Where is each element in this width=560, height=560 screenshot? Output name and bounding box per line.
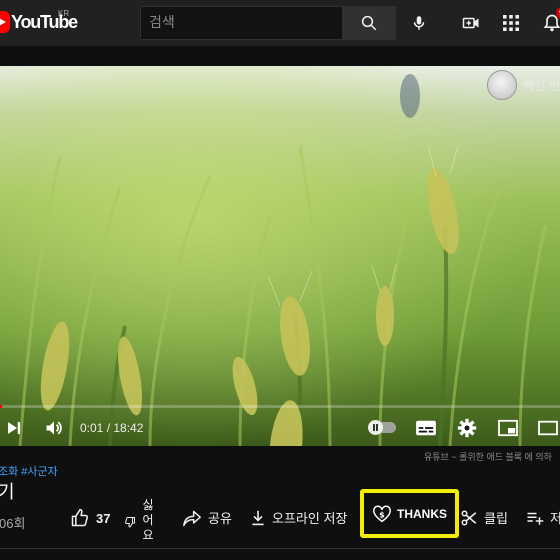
theater-mode-icon <box>538 420 558 436</box>
dislike-button[interactable] <box>124 516 136 528</box>
apps-button[interactable] <box>500 12 522 34</box>
video-frame-barley-field <box>0 66 560 446</box>
thanks-button[interactable]: $ THANKS <box>360 489 459 538</box>
mute-button[interactable] <box>42 416 66 440</box>
masthead: YouTube KR 9 <box>0 0 560 46</box>
gear-icon <box>457 418 477 438</box>
svg-text:$: $ <box>379 509 385 519</box>
channel-logo-icon <box>487 70 518 100</box>
subtitles-button[interactable] <box>414 416 438 440</box>
thumbs-down-icon <box>125 517 135 528</box>
skip-next-icon <box>8 422 20 434</box>
save-button[interactable]: 저 <box>526 508 560 527</box>
channel-watermark[interactable]: 백인 빈 <box>487 70 560 100</box>
search-button[interactable] <box>342 6 396 40</box>
save-label: 저 <box>550 511 560 526</box>
search-icon <box>361 15 377 31</box>
miniplayer-icon <box>498 419 518 437</box>
time-total: 18:42 <box>113 421 144 435</box>
notification-badge: 9 <box>555 7 560 19</box>
settings-button[interactable] <box>455 416 479 440</box>
microphone-icon <box>413 16 425 30</box>
search-input[interactable] <box>149 15 334 31</box>
time-separator: / <box>103 421 114 435</box>
download-icon <box>252 510 264 525</box>
time-display: 0:01 / 18:42 <box>80 421 143 435</box>
thanks-label: THANKS <box>397 506 447 521</box>
scissors-icon <box>461 510 477 525</box>
ad-block-note: 유튜브 ~ 롤위한 애드 블록 에 의하 <box>424 452 552 462</box>
player-controls: 0:01 / 18:42 <box>0 408 560 446</box>
next-button[interactable] <box>2 416 26 440</box>
thumbs-up-icon <box>71 508 89 527</box>
download-label: 오프라인 저장 <box>272 511 348 526</box>
video-camera-add-icon <box>462 17 479 29</box>
subtitles-icon <box>416 420 436 436</box>
dislike-label: 싫어요 <box>142 498 154 542</box>
divider <box>0 548 560 549</box>
create-button[interactable] <box>460 12 482 34</box>
apps-grid-icon <box>503 15 519 31</box>
youtube-play-icon <box>0 11 10 33</box>
theater-mode-button[interactable] <box>536 416 560 440</box>
share-button[interactable]: 공유 <box>182 508 232 527</box>
autoplay-toggle[interactable] <box>368 420 396 435</box>
clip-button[interactable]: 클립 <box>460 508 508 527</box>
notifications-button[interactable]: 9 <box>541 7 560 34</box>
video-player[interactable]: 백인 빈 0:01 / 18:42 <box>0 66 560 446</box>
youtube-logo[interactable]: YouTube KR <box>0 9 78 33</box>
clip-label: 클립 <box>484 511 508 526</box>
time-current: 0:01 <box>80 421 104 435</box>
search-box <box>140 6 342 40</box>
action-bar: 37 싫어요 공유 오프라인 저장 $ THANKS 클립 저 <box>0 489 560 542</box>
miniplayer-button[interactable] <box>496 416 520 440</box>
watermark-text: 백인 빈 <box>523 78 560 93</box>
share-icon <box>183 510 201 526</box>
share-label: 공유 <box>208 511 232 526</box>
like-button[interactable]: 37 <box>70 508 110 528</box>
volume-icon <box>46 421 62 435</box>
heart-dollar-icon: $ <box>373 504 391 522</box>
playlist-add-icon <box>527 512 544 525</box>
voice-search-button[interactable] <box>408 12 430 34</box>
region-code: KR <box>58 9 70 18</box>
like-count: 37 <box>96 510 111 526</box>
hashtags[interactable]: 조화 #사군자 <box>0 463 58 479</box>
download-button[interactable]: 오프라인 저장 <box>250 508 347 527</box>
